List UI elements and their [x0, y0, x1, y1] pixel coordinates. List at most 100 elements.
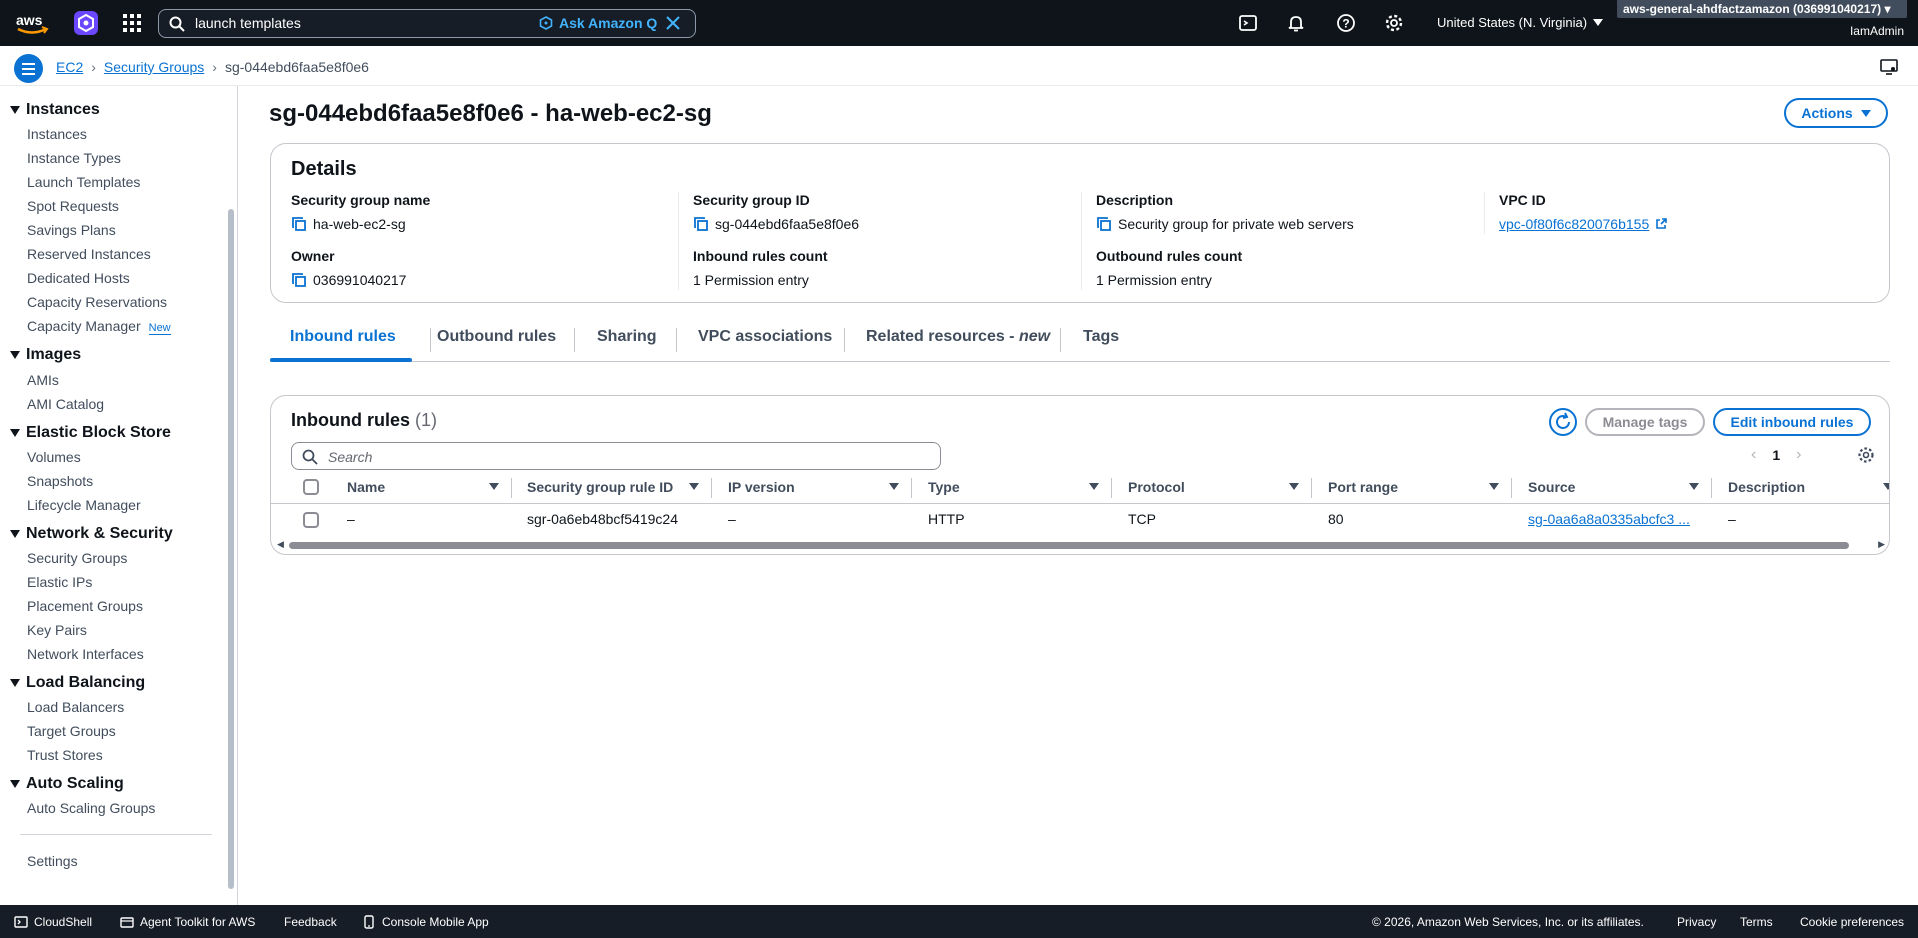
row-checkbox[interactable] [303, 512, 319, 528]
sidebar-section-network-security[interactable]: Network & Security [10, 525, 173, 543]
column-header-ip-version[interactable]: IP version [728, 479, 795, 495]
cookie-preferences-link[interactable]: Cookie preferences [1800, 915, 1904, 929]
actions-button[interactable]: Actions [1784, 98, 1888, 128]
user-label[interactable]: IamAdmin [1850, 24, 1904, 38]
rules-search-input[interactable]: Search [291, 442, 941, 470]
sort-icon[interactable] [489, 483, 499, 490]
sidebar-item-snapshots[interactable]: Snapshots [27, 473, 93, 489]
sort-icon[interactable] [1883, 483, 1889, 490]
sidebar-item-capacity-reservations[interactable]: Capacity Reservations [27, 294, 167, 310]
copy-icon[interactable] [693, 216, 709, 232]
table-row[interactable]: – sgr-0a6eb48bcf5419c24 – HTTP TCP 80 sg… [271, 504, 1889, 536]
column-header-description[interactable]: Description [1728, 479, 1805, 495]
sidebar-item-volumes[interactable]: Volumes [27, 449, 81, 465]
sidebar-item-amis[interactable]: AMIs [27, 372, 59, 388]
select-all-checkbox[interactable] [303, 479, 319, 495]
services-grid-icon[interactable] [122, 13, 142, 33]
tab-related-resources[interactable]: Related resources - new [866, 328, 1050, 346]
sidebar-item-ami-catalog[interactable]: AMI Catalog [27, 396, 104, 412]
side-menu-toggle-button[interactable] [14, 54, 43, 83]
sidebar-item-key-pairs[interactable]: Key Pairs [27, 622, 87, 638]
column-header-port-range[interactable]: Port range [1328, 479, 1398, 495]
scrollbar-thumb[interactable] [289, 542, 1849, 549]
settings-gear-icon[interactable] [1384, 13, 1404, 33]
sidebar-item-security-groups[interactable]: Security Groups [27, 550, 127, 566]
scrollbar-thumb[interactable] [228, 209, 234, 889]
sort-icon[interactable] [889, 483, 899, 490]
breadcrumb-security-groups[interactable]: Security Groups [104, 59, 204, 75]
display-preferences-icon[interactable] [1880, 58, 1898, 76]
cloudshell-link[interactable]: CloudShell [14, 915, 92, 929]
sidebar-item-trust-stores[interactable]: Trust Stores [27, 747, 103, 763]
console-mobile-app-link[interactable]: Console Mobile App [362, 915, 489, 929]
next-page-icon[interactable]: › [1796, 446, 1801, 464]
tab-vpc-associations[interactable]: VPC associations [698, 328, 832, 346]
sidebar-item-elastic-ips[interactable]: Elastic IPs [27, 574, 92, 590]
source-link[interactable]: sg-0aa6a8a0335abcfc3 ... [1528, 511, 1690, 527]
scroll-left-icon[interactable]: ◀ [277, 539, 284, 550]
column-divider[interactable] [1311, 478, 1312, 498]
sidebar-section-auto-scaling[interactable]: Auto Scaling [10, 775, 124, 793]
sidebar-item-network-interfaces[interactable]: Network Interfaces [27, 646, 144, 662]
edit-inbound-rules-button[interactable]: Edit inbound rules [1713, 408, 1871, 436]
search-input[interactable]: launch templates Ask Amazon Q [158, 9, 696, 38]
sidebar-item-dedicated-hosts[interactable]: Dedicated Hosts [27, 270, 130, 286]
terms-link[interactable]: Terms [1740, 915, 1773, 929]
help-icon[interactable]: ? [1336, 13, 1356, 33]
account-menu[interactable]: aws-general-ahdfactzamazon (036991040217… [1617, 0, 1907, 18]
scroll-right-icon[interactable]: ▶ [1878, 539, 1885, 550]
table-horizontal-scrollbar[interactable]: ◀ ▶ [275, 539, 1887, 550]
sidebar-item-instance-types[interactable]: Instance Types [27, 150, 121, 166]
feedback-link[interactable]: Feedback [284, 915, 337, 929]
privacy-link[interactable]: Privacy [1677, 915, 1716, 929]
sidebar-section-ebs[interactable]: Elastic Block Store [10, 424, 171, 442]
column-header-source[interactable]: Source [1528, 479, 1575, 495]
tab-outbound-rules[interactable]: Outbound rules [437, 328, 556, 346]
tab-tags[interactable]: Tags [1083, 328, 1119, 346]
column-header-rule-id[interactable]: Security group rule ID [527, 479, 673, 495]
tab-sharing[interactable]: Sharing [597, 328, 657, 346]
sort-icon[interactable] [689, 483, 699, 490]
column-header-type[interactable]: Type [928, 479, 960, 495]
current-page[interactable]: 1 [1772, 447, 1780, 463]
column-header-name[interactable]: Name [347, 479, 385, 495]
clear-search-icon[interactable] [665, 15, 681, 31]
sidebar-item-load-balancers[interactable]: Load Balancers [27, 699, 124, 715]
column-divider[interactable] [1711, 478, 1712, 498]
sidebar-item-placement-groups[interactable]: Placement Groups [27, 598, 143, 614]
sidebar-item-auto-scaling-groups[interactable]: Auto Scaling Groups [27, 800, 155, 816]
column-divider[interactable] [911, 478, 912, 498]
column-divider[interactable] [1111, 478, 1112, 498]
region-selector[interactable]: United States (N. Virginia) [1437, 15, 1604, 30]
copy-icon[interactable] [291, 272, 307, 288]
table-settings-gear-icon[interactable] [1857, 446, 1875, 464]
sidebar-item-lifecycle-manager[interactable]: Lifecycle Manager [27, 497, 141, 513]
search-value[interactable]: launch templates [195, 15, 301, 31]
amazon-q-icon[interactable] [74, 11, 98, 35]
agent-toolkit-link[interactable]: Agent Toolkit for AWS [120, 915, 255, 929]
sidebar-item-launch-templates[interactable]: Launch Templates [27, 174, 140, 190]
aws-logo[interactable]: aws [14, 9, 50, 37]
notifications-bell-icon[interactable] [1286, 13, 1306, 33]
breadcrumb-ec2[interactable]: EC2 [56, 59, 83, 75]
sidebar-scrollbar[interactable] [226, 91, 236, 896]
sidebar-item-capacity-manager[interactable]: Capacity Manager New [27, 318, 171, 335]
cloudshell-icon[interactable] [1238, 13, 1258, 33]
tab-inbound-rules[interactable]: Inbound rules [290, 328, 396, 346]
sidebar-item-savings-plans[interactable]: Savings Plans [27, 222, 116, 238]
sidebar-item-settings[interactable]: Settings [27, 853, 78, 869]
sidebar-section-instances[interactable]: Instances [10, 101, 100, 119]
sidebar-section-load-balancing[interactable]: Load Balancing [10, 674, 145, 692]
sidebar-section-images[interactable]: Images [10, 346, 81, 364]
column-divider[interactable] [511, 478, 512, 498]
copy-icon[interactable] [291, 216, 307, 232]
sort-icon[interactable] [1289, 483, 1299, 490]
sidebar-item-target-groups[interactable]: Target Groups [27, 723, 116, 739]
column-divider[interactable] [1511, 478, 1512, 498]
previous-page-icon[interactable]: ‹ [1751, 446, 1756, 464]
refresh-button[interactable] [1549, 408, 1577, 436]
sidebar-item-spot-requests[interactable]: Spot Requests [27, 198, 119, 214]
sort-icon[interactable] [1689, 483, 1699, 490]
copy-icon[interactable] [1096, 216, 1112, 232]
column-header-protocol[interactable]: Protocol [1128, 479, 1185, 495]
